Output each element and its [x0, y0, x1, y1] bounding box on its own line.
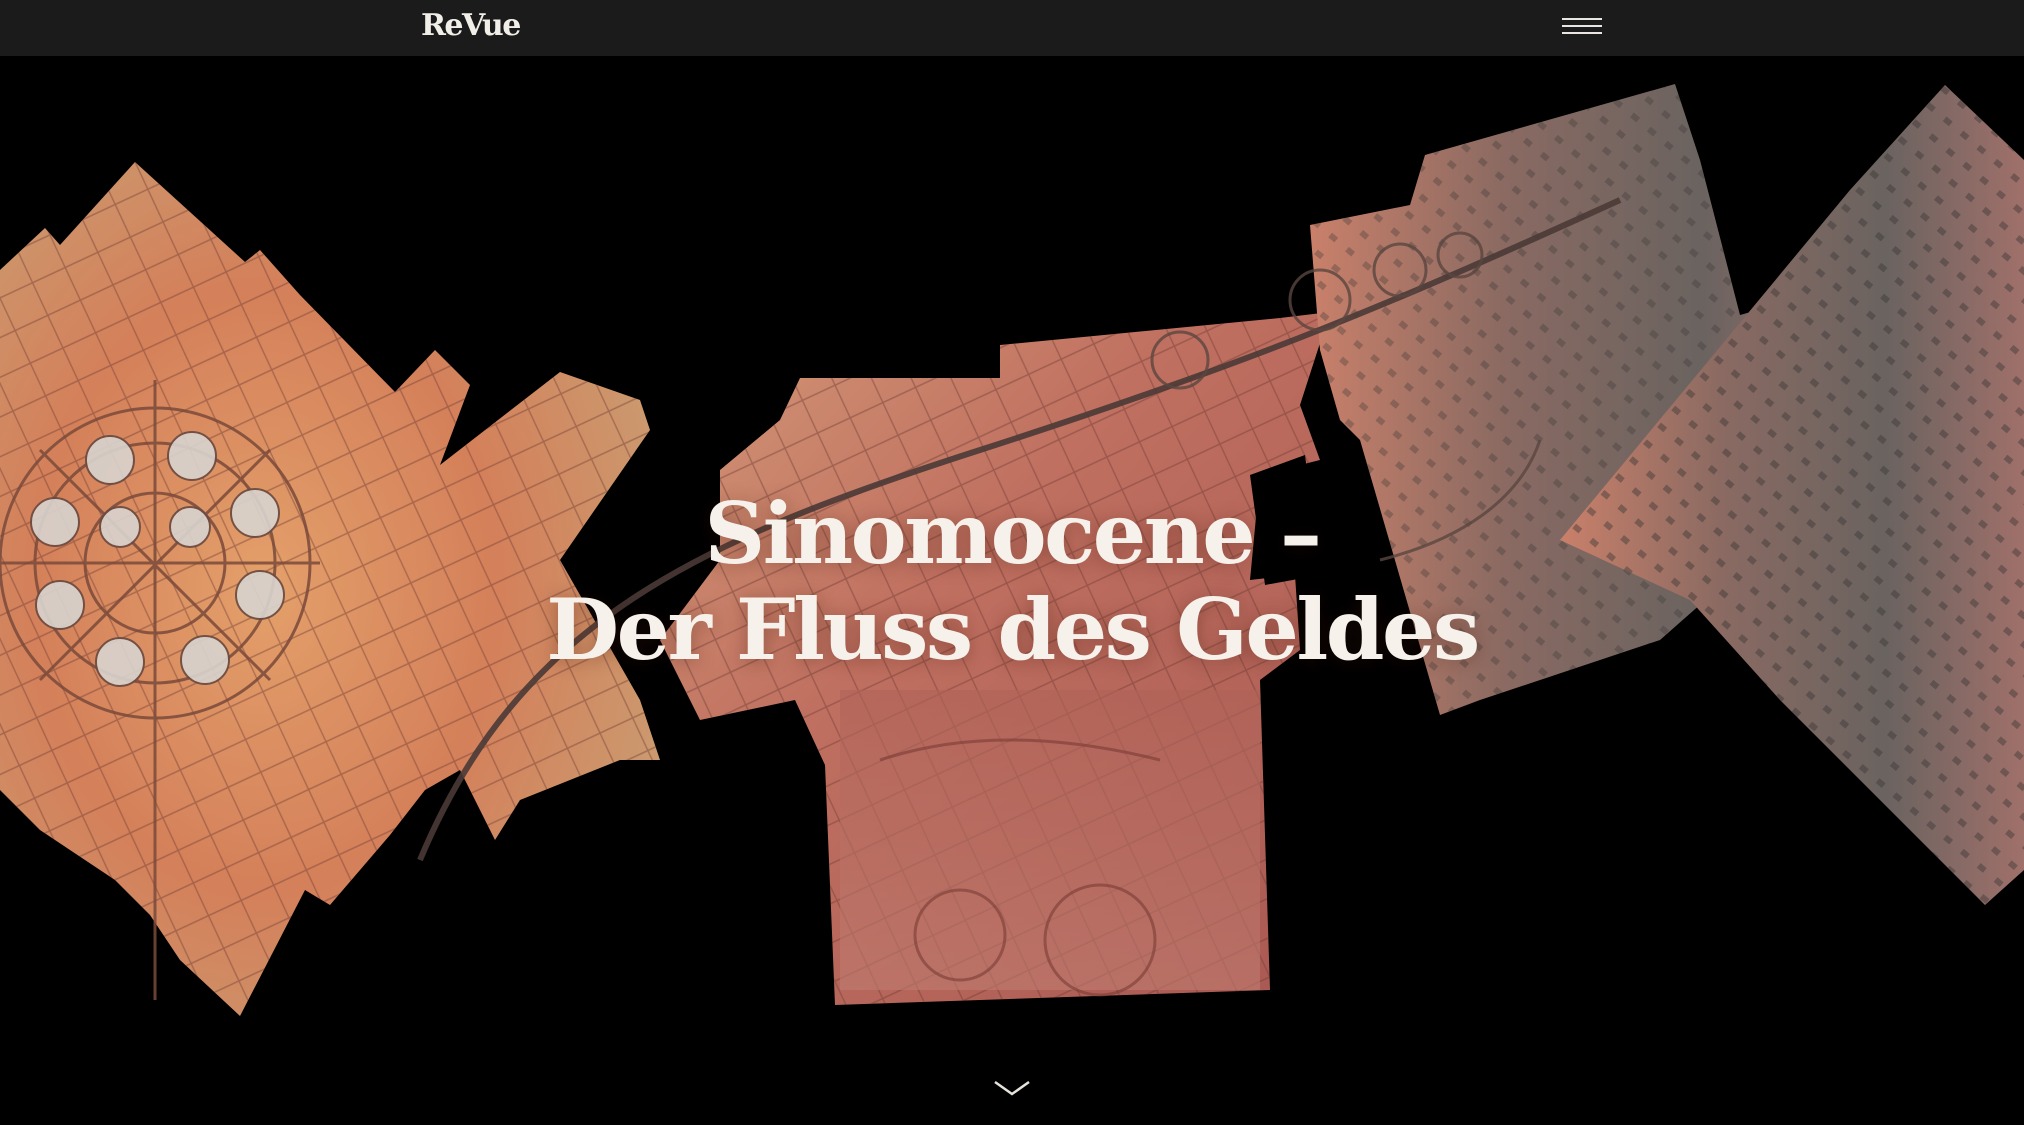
chevron-down-icon[interactable] — [992, 1076, 1032, 1100]
hero-title-line-2: Der Fluss des Geldes — [546, 580, 1480, 679]
hero-section: Sinomocene – Der Fluss des Geldes — [0, 56, 2024, 1125]
top-navigation-bar: ReVue — [0, 0, 2024, 56]
hamburger-menu-icon[interactable] — [1560, 14, 1604, 40]
site-logo[interactable]: ReVue — [421, 8, 521, 44]
hero-title: Sinomocene – Der Fluss des Geldes — [0, 486, 2024, 678]
hero-title-line-1: Sinomocene – — [704, 484, 1322, 583]
